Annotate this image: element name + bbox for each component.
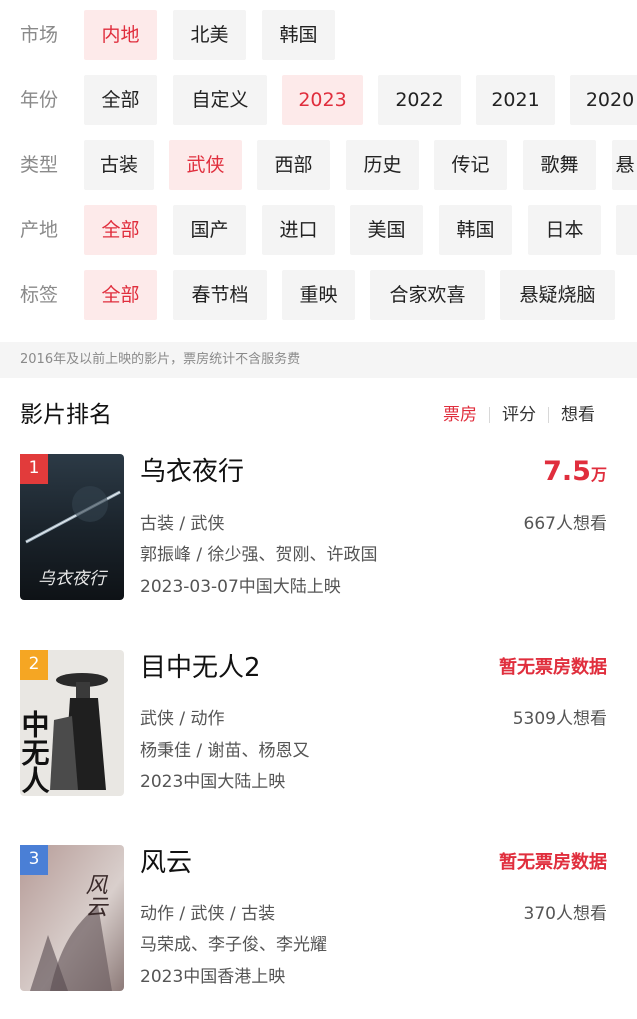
movie-people: 马荣成、李子俊、李光耀 [140,935,327,955]
want-count: 5309人想看 [512,709,607,729]
filter-label-origin: 产地 [20,219,59,241]
sort-tab-box-office[interactable]: 票房 [431,390,489,440]
box-office-notice: 2016年及以前上映的影片，票房统计不含服务费 [0,342,637,378]
movie-people: 郭振峰 / 徐少强、贺刚、许政国 [140,545,378,565]
chip-origin-korea[interactable]: 韩国 [439,205,512,255]
chip-origin-usa[interactable]: 美国 [350,205,423,255]
chip-year-2022[interactable]: 2022 [378,75,461,125]
filter-label-tag: 标签 [20,284,59,306]
chip-tag-rerelease[interactable]: 重映 [282,270,355,320]
box-office-value: 暂无票房数据 [499,650,607,686]
want-count: 667人想看 [523,514,607,534]
filter-label-year: 年份 [20,89,59,111]
chip-origin-import[interactable]: 进口 [262,205,335,255]
sort-tab-want[interactable]: 想看 [549,390,607,440]
filter-row-genre: 类型 古装 武侠 西部 历史 传记 歌舞 悬 [0,140,637,190]
movie-people: 杨秉佳 / 谢苗、杨恩又 [140,741,310,761]
filter-row-market: 市场 内地 北美 韩国 [0,10,637,60]
box-office-value: 暂无票房数据 [499,845,607,881]
chip-genre-wuxia[interactable]: 武侠 [169,140,242,190]
chip-origin-japan[interactable]: 日本 [528,205,601,255]
notice-text: 2016年及以前上映的影片，票房统计不含服务费 [20,352,301,367]
chip-genre-biography[interactable]: 传记 [434,140,507,190]
rank-badge: 1 [20,454,48,484]
movie-release: 2023中国香港上映 [140,967,286,987]
chip-year-2020[interactable]: 2020 [570,75,637,125]
poster-title-text: 中无人 [20,710,51,794]
movie-item[interactable]: 风云 3 风云 暂无票房数据 动作 / 武侠 / 古装 370人想看 马荣成、李… [0,845,637,1005]
filter-label-market: 市场 [20,24,59,46]
chip-tag-mystery[interactable]: 悬疑烧脑 [500,270,615,320]
chip-genre-suspense[interactable]: 悬 [612,140,637,190]
ranking-header: 影片排名 票房 评分 想看 [0,390,637,440]
filter-label-genre: 类型 [20,154,59,176]
movie-release: 2023-03-07中国大陆上映 [140,577,341,597]
no-box-office-text: 暂无票房数据 [499,657,607,678]
chip-genre-musical[interactable]: 歌舞 [523,140,596,190]
movie-genres: 武侠 / 动作 [140,709,225,729]
filter-row-tag: 标签 全部 春节档 重映 合家欢喜 悬疑烧脑 [0,270,637,320]
rank-badge: 3 [20,845,48,875]
movie-item[interactable]: 乌衣夜行 1 乌衣夜行 7.5万 古装 / 武侠 667人想看 郭振峰 / 徐少… [0,454,637,614]
chip-genre-costume[interactable]: 古装 [84,140,154,190]
ranking-title: 影片排名 [20,402,112,428]
rank-badge: 2 [20,650,48,680]
chip-market-north-america[interactable]: 北美 [173,10,246,60]
movie-title[interactable]: 目中无人2 [140,650,261,686]
chip-genre-history[interactable]: 历史 [346,140,419,190]
chip-origin-more[interactable] [616,205,637,255]
poster-title-text: 风云 [82,873,108,917]
box-office-unit: 万 [590,465,607,484]
chip-year-all[interactable]: 全部 [84,75,157,125]
chip-tag-family[interactable]: 合家欢喜 [370,270,485,320]
chip-year-2021[interactable]: 2021 [476,75,555,125]
movie-title[interactable]: 风云 [140,845,192,881]
movie-genres: 古装 / 武侠 [140,514,225,534]
chip-tag-spring-festival[interactable]: 春节档 [173,270,267,320]
sort-tab-rating[interactable]: 评分 [490,390,548,440]
want-count: 370人想看 [523,904,607,924]
chip-market-korea[interactable]: 韩国 [262,10,335,60]
filter-row-origin: 产地 全部 国产 进口 美国 韩国 日本 [0,205,637,255]
movie-genres: 动作 / 武侠 / 古装 [140,904,276,924]
chip-year-custom[interactable]: 自定义 [173,75,267,125]
poster-title-text: 乌衣夜行 [38,569,109,589]
box-office-number: 7.5 [543,456,591,487]
chip-origin-all[interactable]: 全部 [84,205,157,255]
chip-tag-all[interactable]: 全部 [84,270,157,320]
chip-origin-domestic[interactable]: 国产 [173,205,246,255]
chip-genre-western[interactable]: 西部 [257,140,330,190]
filter-row-year: 年份 全部 自定义 2023 2022 2021 2020 [0,75,637,125]
no-box-office-text: 暂无票房数据 [499,852,607,873]
sort-tabs: 票房 评分 想看 [431,390,607,440]
chip-year-2023[interactable]: 2023 [282,75,363,125]
movie-release: 2023中国大陆上映 [140,772,286,792]
movie-item[interactable]: 中无人 2 目中无人2 暂无票房数据 武侠 / 动作 5309人想看 杨秉佳 /… [0,650,637,810]
chip-market-mainland[interactable]: 内地 [84,10,157,60]
movie-title[interactable]: 乌衣夜行 [140,454,244,490]
filter-panel: 市场 内地 北美 韩国 年份 全部 自定义 2023 2022 2021 202… [0,0,637,340]
box-office-value: 7.5万 [543,454,607,493]
